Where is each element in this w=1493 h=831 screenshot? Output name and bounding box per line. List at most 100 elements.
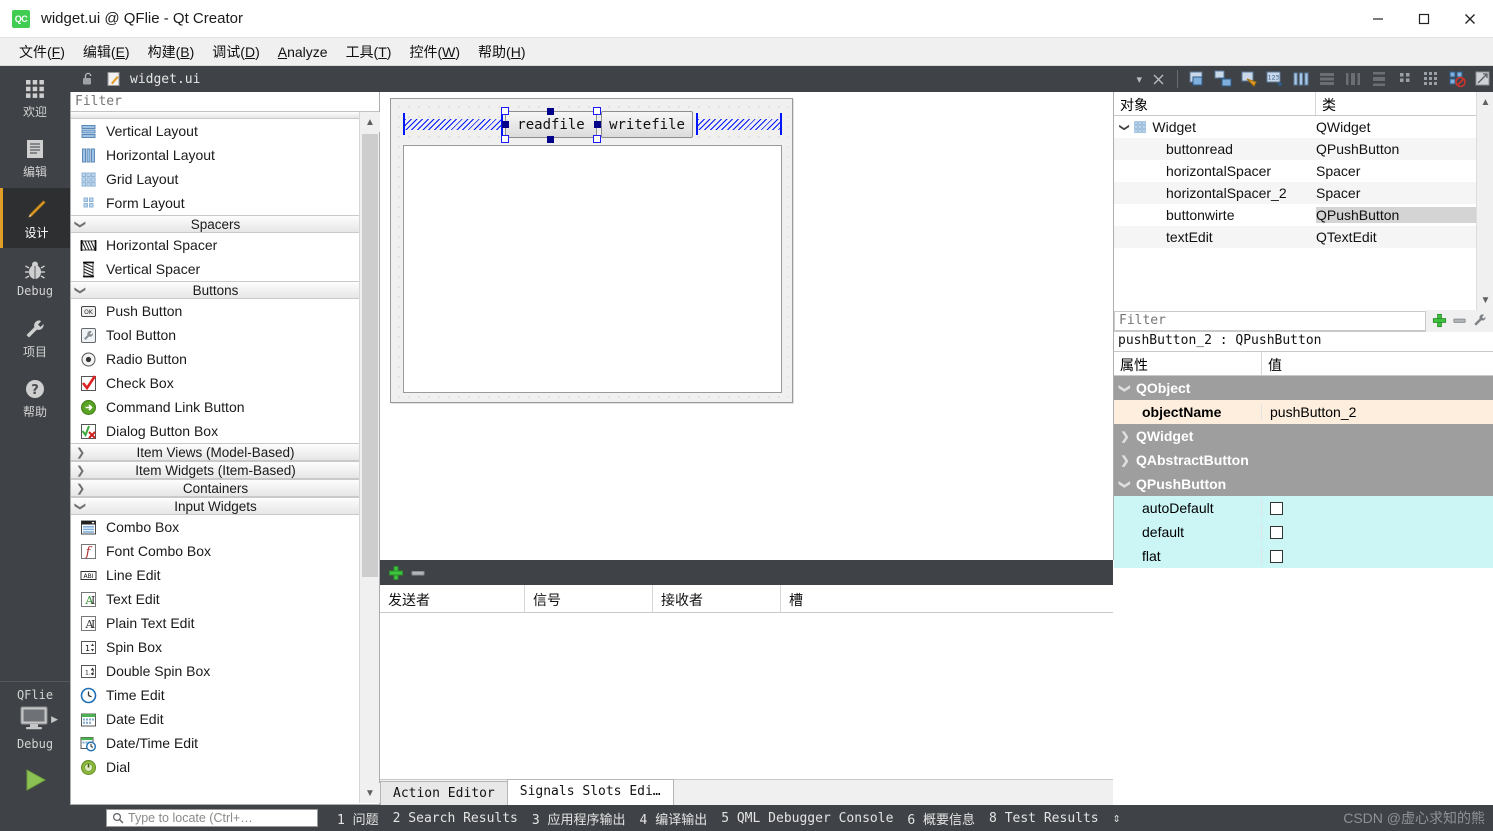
property-value[interactable] xyxy=(1262,501,1493,515)
selection-handle-ml[interactable] xyxy=(502,121,509,128)
layout-grid-icon[interactable] xyxy=(1421,69,1441,89)
edit-widgets-icon[interactable] xyxy=(1187,69,1207,89)
property-group-qobject[interactable]: ❯ QObject xyxy=(1114,376,1493,400)
menu-item-4[interactable]: Analyze xyxy=(269,41,337,63)
widget-box-item-date-time-edit[interactable]: Date/Time Edit xyxy=(71,731,360,755)
widget-box-item-dial[interactable]: Dial xyxy=(71,755,360,779)
close-button[interactable] xyxy=(1447,0,1493,38)
mode-welcome[interactable]: 欢迎 xyxy=(0,68,70,128)
menu-item-7[interactable]: 帮助(H) xyxy=(469,39,534,65)
object-inspector-row[interactable]: horizontalSpacer_2 Spacer xyxy=(1114,182,1493,204)
selection-handle-bl[interactable] xyxy=(501,135,509,143)
break-layout-icon[interactable] xyxy=(1447,69,1467,89)
widget-box-group-containers[interactable]: ❯ Containers xyxy=(71,479,360,497)
output-pane-4[interactable]: 5 QML Debugger Console xyxy=(714,811,900,826)
scroll-down-arrow[interactable]: ▼ xyxy=(360,783,380,803)
widget-box-item-horizontal-layout[interactable]: Horizontal Layout xyxy=(71,143,360,167)
edit-signals-slots-icon[interactable] xyxy=(1213,69,1233,89)
form-textedit-widget[interactable] xyxy=(403,145,782,393)
selection-handle-mr[interactable] xyxy=(594,121,601,128)
signal-slot-column-0[interactable]: 发送者 xyxy=(380,585,525,612)
property-group-qpushbutton[interactable]: ❯ QPushButton xyxy=(1114,472,1493,496)
output-pane-resize-handle[interactable]: ⇕ xyxy=(1106,811,1128,826)
widget-box-item-grid-layout[interactable]: Grid Layout xyxy=(71,167,360,191)
selection-handle-tc[interactable] xyxy=(547,108,554,115)
mode-edit[interactable]: 编辑 xyxy=(0,128,70,188)
form-editor-canvas[interactable]: readfile writefile xyxy=(380,92,1113,560)
remove-icon[interactable] xyxy=(1452,313,1467,328)
scroll-up-arrow[interactable]: ▲ xyxy=(360,112,380,132)
selection-handle-tl[interactable] xyxy=(501,107,509,115)
object-inspector-row[interactable]: horizontalSpacer Spacer xyxy=(1114,160,1493,182)
selection-handle-br[interactable] xyxy=(593,135,601,143)
widget-box-item-font-combo-box[interactable]: f Font Combo Box xyxy=(71,539,360,563)
object-inspector-row[interactable]: ❯ Widget QWidget xyxy=(1114,116,1493,138)
widget-box-scrollbar[interactable]: ▲ ▼ xyxy=(359,112,380,803)
widget-box-item-horizontal-spacer[interactable]: Horizontal Spacer xyxy=(71,233,360,257)
layout-horizontal-icon[interactable] xyxy=(1291,69,1311,89)
widget-box-filter-input[interactable] xyxy=(75,94,375,109)
layout-splitter-h-icon[interactable] xyxy=(1343,69,1363,89)
widget-box-item-line-edit[interactable]: ABI Line Edit xyxy=(71,563,360,587)
widget-box-group-buttons[interactable]: ❯ Buttons xyxy=(71,281,360,299)
property-group-qwidget[interactable]: ❯ QWidget xyxy=(1114,424,1493,448)
output-pane-0[interactable]: 1 问题 xyxy=(330,809,386,828)
form-window-widget[interactable]: readfile writefile xyxy=(390,98,793,403)
menu-item-5[interactable]: 工具(T) xyxy=(337,39,401,65)
oi-scroll-up-arrow[interactable]: ▲ xyxy=(1477,92,1493,112)
widget-box-item-command-link-button[interactable]: Command Link Button xyxy=(71,395,360,419)
property-value[interactable] xyxy=(1262,549,1493,563)
signal-slot-column-1[interactable]: 信号 xyxy=(525,585,653,612)
output-pane-5[interactable]: 6 概要信息 xyxy=(900,809,982,828)
mode-debug[interactable]: Debug xyxy=(0,248,70,308)
chevron-down-icon[interactable]: ❯ xyxy=(1119,123,1130,131)
run-icon[interactable] xyxy=(20,766,50,794)
minimize-button[interactable] xyxy=(1355,0,1401,38)
menu-item-6[interactable]: 控件(W) xyxy=(400,39,469,65)
widget-box-item-text-edit[interactable]: A I Text Edit xyxy=(71,587,360,611)
widget-box-item-tool-button[interactable]: Tool Button xyxy=(71,323,360,347)
output-pane-6[interactable]: 8 Test Results xyxy=(982,811,1106,826)
widget-box-group-layouts-partial[interactable] xyxy=(71,112,360,119)
output-pane-2[interactable]: 3 应用程序输出 xyxy=(525,809,633,828)
layout-form-icon[interactable] xyxy=(1395,69,1415,89)
mode-help[interactable]: ? 帮助 xyxy=(0,368,70,428)
widget-box-item-vertical-spacer[interactable]: Vertical Spacer xyxy=(71,257,360,281)
add-icon[interactable] xyxy=(1432,313,1447,328)
selection-handle-bc[interactable] xyxy=(547,136,554,143)
property-value[interactable] xyxy=(1262,525,1493,539)
unlock-icon[interactable] xyxy=(78,69,98,89)
locator-field[interactable]: Type to locate (Ctrl+… xyxy=(106,809,318,827)
add-icon[interactable] xyxy=(388,565,404,581)
widget-box-item-push-button[interactable]: OK Push Button xyxy=(71,299,360,323)
property-row-default[interactable]: default xyxy=(1114,520,1493,544)
selection-handle-tr[interactable] xyxy=(593,107,601,115)
close-document-icon[interactable] xyxy=(1148,69,1168,89)
layout-splitter-v-icon[interactable] xyxy=(1369,69,1389,89)
property-group-qabstractbutton[interactable]: ❯ QAbstractButton xyxy=(1114,448,1493,472)
file-dropdown-arrow[interactable]: ▾ xyxy=(1136,73,1142,86)
widget-box-group-input-widgets[interactable]: ❯ Input Widgets xyxy=(71,497,360,515)
signal-slot-tab-1[interactable]: Signals Slots Edi… xyxy=(506,779,674,805)
object-inspector-row[interactable]: buttonread QPushButton xyxy=(1114,138,1493,160)
property-row-objectName[interactable]: objectName pushButton_2 xyxy=(1114,400,1493,424)
form-spacer-horizontalSpacer[interactable] xyxy=(403,113,503,135)
property-row-flat[interactable]: flat xyxy=(1114,544,1493,568)
signal-slot-table-body[interactable] xyxy=(380,613,1113,773)
scrollbar-thumb[interactable] xyxy=(362,134,378,577)
widget-box-item-radio-button[interactable]: Radio Button xyxy=(71,347,360,371)
oi-scroll-down-arrow[interactable]: ▼ xyxy=(1477,290,1493,310)
property-row-autoDefault[interactable]: autoDefault xyxy=(1114,496,1493,520)
wrench-icon[interactable] xyxy=(1472,313,1487,328)
menu-item-0[interactable]: 文件(F) xyxy=(10,39,74,65)
edit-tab-order-icon[interactable]: 123 xyxy=(1265,69,1285,89)
property-checkbox[interactable] xyxy=(1270,501,1283,515)
widget-box-group-spacers[interactable]: ❯ Spacers xyxy=(71,215,360,233)
widget-box-item-dialog-button-box[interactable]: Dialog Button Box xyxy=(71,419,360,443)
signal-slot-column-3[interactable]: 槽 xyxy=(781,585,1113,612)
widget-box-item-date-edit[interactable]: Date Edit xyxy=(71,707,360,731)
widget-box-filter[interactable] xyxy=(71,92,379,112)
object-inspector-row[interactable]: textEdit QTextEdit xyxy=(1114,226,1493,248)
widget-box-item-vertical-layout[interactable]: Vertical Layout xyxy=(71,119,360,143)
adjust-size-icon[interactable] xyxy=(1473,69,1493,89)
